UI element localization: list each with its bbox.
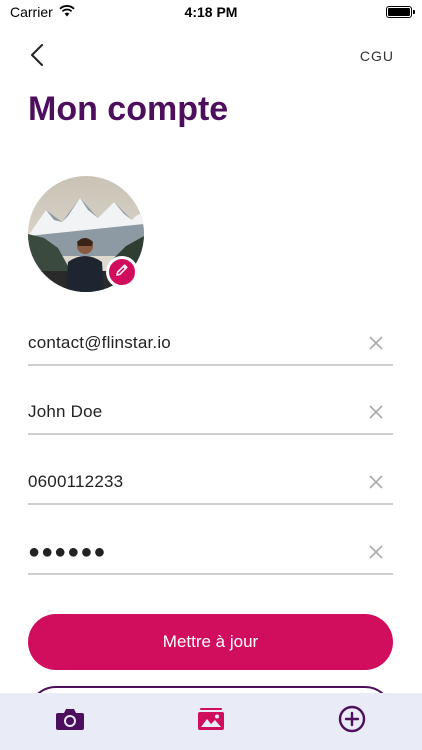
clear-email-button[interactable] (365, 332, 387, 354)
camera-icon (55, 707, 85, 736)
cgu-link[interactable]: CGU (360, 48, 394, 64)
clear-password-button[interactable] (365, 541, 387, 563)
email-value[interactable]: contact@flinstar.io (28, 333, 365, 353)
phone-value[interactable]: 0600112233 (28, 472, 365, 492)
tab-bar (0, 693, 422, 750)
edit-avatar-button[interactable] (106, 256, 138, 288)
password-value[interactable]: ●●●●●● (28, 541, 365, 564)
chevron-left-icon (30, 43, 44, 71)
update-button[interactable]: Mettre à jour (28, 614, 393, 670)
clear-x-icon (369, 405, 383, 419)
tab-add[interactable] (322, 693, 382, 750)
phone-field[interactable]: 0600112233 (28, 461, 393, 505)
add-circle-icon (338, 705, 366, 738)
nav-bar: CGU (0, 40, 422, 74)
page-title: Mon compte (28, 90, 229, 128)
gallery-icon (197, 707, 225, 736)
clear-name-button[interactable] (365, 401, 387, 423)
status-bar: Carrier 4:18 PM (0, 0, 422, 24)
battery-icon (386, 6, 415, 18)
clear-x-icon (369, 336, 383, 350)
name-value[interactable]: John Doe (28, 402, 365, 422)
back-button[interactable] (22, 42, 52, 72)
tab-gallery[interactable] (181, 693, 241, 750)
clear-x-icon (369, 475, 383, 489)
clear-phone-button[interactable] (365, 471, 387, 493)
tab-camera[interactable] (40, 693, 100, 750)
clear-x-icon (369, 545, 383, 559)
email-field[interactable]: contact@flinstar.io (28, 322, 393, 366)
pencil-icon (115, 263, 129, 282)
status-left: Carrier (10, 4, 75, 20)
name-field[interactable]: John Doe (28, 391, 393, 435)
wifi-icon (59, 4, 75, 20)
password-field[interactable]: ●●●●●● (28, 531, 393, 575)
profile-avatar-container (28, 176, 144, 292)
carrier-label: Carrier (10, 4, 53, 20)
